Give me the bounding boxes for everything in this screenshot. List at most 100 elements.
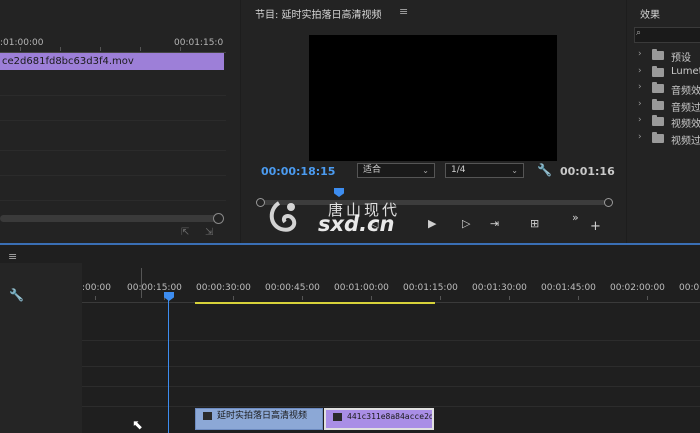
source-clip[interactable]: ce2d681fd8bc63d3f4.mov — [0, 53, 224, 70]
program-title: 节目: 延时实拍落日高清视频 — [255, 10, 382, 21]
work-area-bar[interactable] — [195, 302, 435, 304]
current-timecode[interactable]: 00:00:18:15 — [261, 165, 335, 178]
folder-icon — [652, 82, 664, 93]
track-separator — [82, 340, 700, 341]
ruler-tick — [20, 47, 21, 51]
insert-icon[interactable]: ⇲ — [205, 227, 213, 238]
effects-folder-label: 视频过 — [671, 136, 700, 147]
effects-folder-video-effects[interactable]: › 视频效 — [634, 114, 700, 130]
fit-dropdown-label: 适合 — [363, 165, 382, 175]
ruler-tick — [180, 47, 181, 51]
marker-line — [141, 268, 142, 298]
track-separator — [82, 386, 700, 387]
effects-folder-label: 音频效 — [671, 86, 700, 97]
track-separator — [82, 366, 700, 367]
folder-icon — [652, 66, 664, 77]
timeline-menu-icon[interactable]: ≡ — [8, 250, 17, 263]
watermark-domain: sxd.cn — [318, 212, 395, 236]
source-scrollbar-handle[interactable] — [213, 213, 224, 224]
track-line — [0, 120, 226, 121]
track-separator — [82, 406, 700, 407]
folder-icon — [652, 115, 664, 126]
effects-folder-label: Lumet — [671, 66, 700, 77]
play-icon[interactable]: ▶ — [428, 217, 436, 230]
ruler-label: 00:00:15:00 — [127, 283, 182, 293]
effects-folder-audio-effects[interactable]: › 音频效 — [634, 81, 700, 97]
ruler-label: 00:0 — [679, 283, 700, 293]
chevron-right-icon: › — [638, 49, 642, 59]
export-frame-icon[interactable]: ⇱ — [181, 227, 189, 238]
effects-folder-audio-transitions[interactable]: › 音频过 — [634, 98, 700, 114]
ruler-label: 00:01:15:00 — [403, 283, 458, 293]
chevron-right-icon: › — [638, 132, 642, 142]
mouse-cursor-icon: ⬉ — [132, 418, 143, 433]
ruler-tick — [100, 47, 101, 51]
clip-label: 延时实拍落日高清视频 — [217, 411, 308, 421]
ruler-tick — [509, 296, 510, 300]
ruler-tick — [60, 47, 61, 51]
program-scrub-bar[interactable] — [262, 200, 609, 205]
step-forward-icon[interactable]: ▷ — [462, 217, 470, 230]
playhead-line — [168, 300, 169, 433]
program-menu-icon[interactable]: ≡ — [399, 5, 408, 18]
chevron-right-icon: › — [638, 99, 642, 109]
go-to-out-icon[interactable]: ⇥ — [490, 217, 499, 230]
video-preview — [309, 35, 557, 161]
chevron-right-icon: › — [638, 66, 642, 76]
effects-title: 效果 — [640, 10, 660, 21]
wrench-icon[interactable]: 🔧 — [537, 163, 552, 177]
effects-folder-video-transitions[interactable]: › 视频过 — [634, 131, 700, 147]
track-line — [0, 95, 226, 96]
ruler-tick — [140, 47, 141, 51]
ruler-tick — [371, 296, 372, 300]
source-scrollbar[interactable] — [0, 215, 218, 222]
export-frame-icon[interactable]: ⊞ — [530, 217, 539, 230]
ruler-tick — [95, 296, 96, 300]
track-line — [0, 150, 226, 151]
folder-icon — [652, 132, 664, 143]
fx-badge-icon — [203, 412, 212, 420]
ruler-label: :00:00 — [82, 283, 111, 293]
chevron-down-icon: ⌄ — [511, 166, 518, 175]
ruler-label: 00:01:00:00 — [334, 283, 389, 293]
ruler-label: 00:01:45:00 — [541, 283, 596, 293]
effects-search-input[interactable] — [634, 27, 700, 43]
more-controls-icon[interactable]: » — [572, 211, 579, 224]
clip-label: 441c311e8a84acce2d — [347, 412, 434, 421]
timeline-clip-selected[interactable]: 441c311e8a84acce2d — [324, 408, 434, 430]
timeline-panel — [0, 245, 700, 433]
folder-icon — [652, 99, 664, 110]
fit-dropdown[interactable]: 适合 ⌄ — [357, 163, 435, 178]
ruler-tick — [233, 296, 234, 300]
quality-dropdown-label: 1/4 — [451, 165, 466, 175]
search-icon: ⌕ — [636, 28, 642, 38]
effects-folder-label: 视频效 — [671, 119, 700, 130]
folder-icon — [652, 49, 664, 60]
zoom-handle-right[interactable] — [604, 198, 613, 207]
source-time-ruler[interactable] — [0, 45, 226, 53]
effects-folder-presets[interactable]: › 预设 — [634, 48, 700, 64]
ruler-tick — [578, 296, 579, 300]
ruler-label: 00:01:30:00 — [472, 283, 527, 293]
effects-folder-label: 预设 — [671, 53, 691, 64]
ruler-tick — [440, 296, 441, 300]
effects-folder-label: 音频过 — [671, 103, 700, 114]
ruler-tick — [302, 296, 303, 300]
wrench-icon[interactable]: 🔧 — [9, 288, 24, 302]
ruler-tick — [647, 296, 648, 300]
track-line — [0, 200, 226, 201]
track-line — [0, 175, 226, 176]
fx-badge-icon — [333, 413, 342, 421]
timeline-clip-video[interactable]: 延时实拍落日高清视频 — [195, 408, 323, 430]
effects-folder-lumetri[interactable]: › Lumet — [634, 65, 700, 81]
source-monitor-panel — [0, 0, 240, 243]
ruler-label: 00:00:45:00 — [265, 283, 320, 293]
quality-dropdown[interactable]: 1/4 ⌄ — [445, 163, 524, 178]
ruler-label: 00:02:00:00 — [610, 283, 665, 293]
duration-timecode: 00:01:16 — [560, 165, 615, 178]
ruler-label: 00:00:30:00 — [196, 283, 251, 293]
chevron-down-icon: ⌄ — [422, 166, 429, 175]
add-button-icon[interactable]: + — [590, 219, 601, 234]
zoom-handle-left[interactable] — [256, 198, 265, 207]
chevron-right-icon: › — [638, 82, 642, 92]
